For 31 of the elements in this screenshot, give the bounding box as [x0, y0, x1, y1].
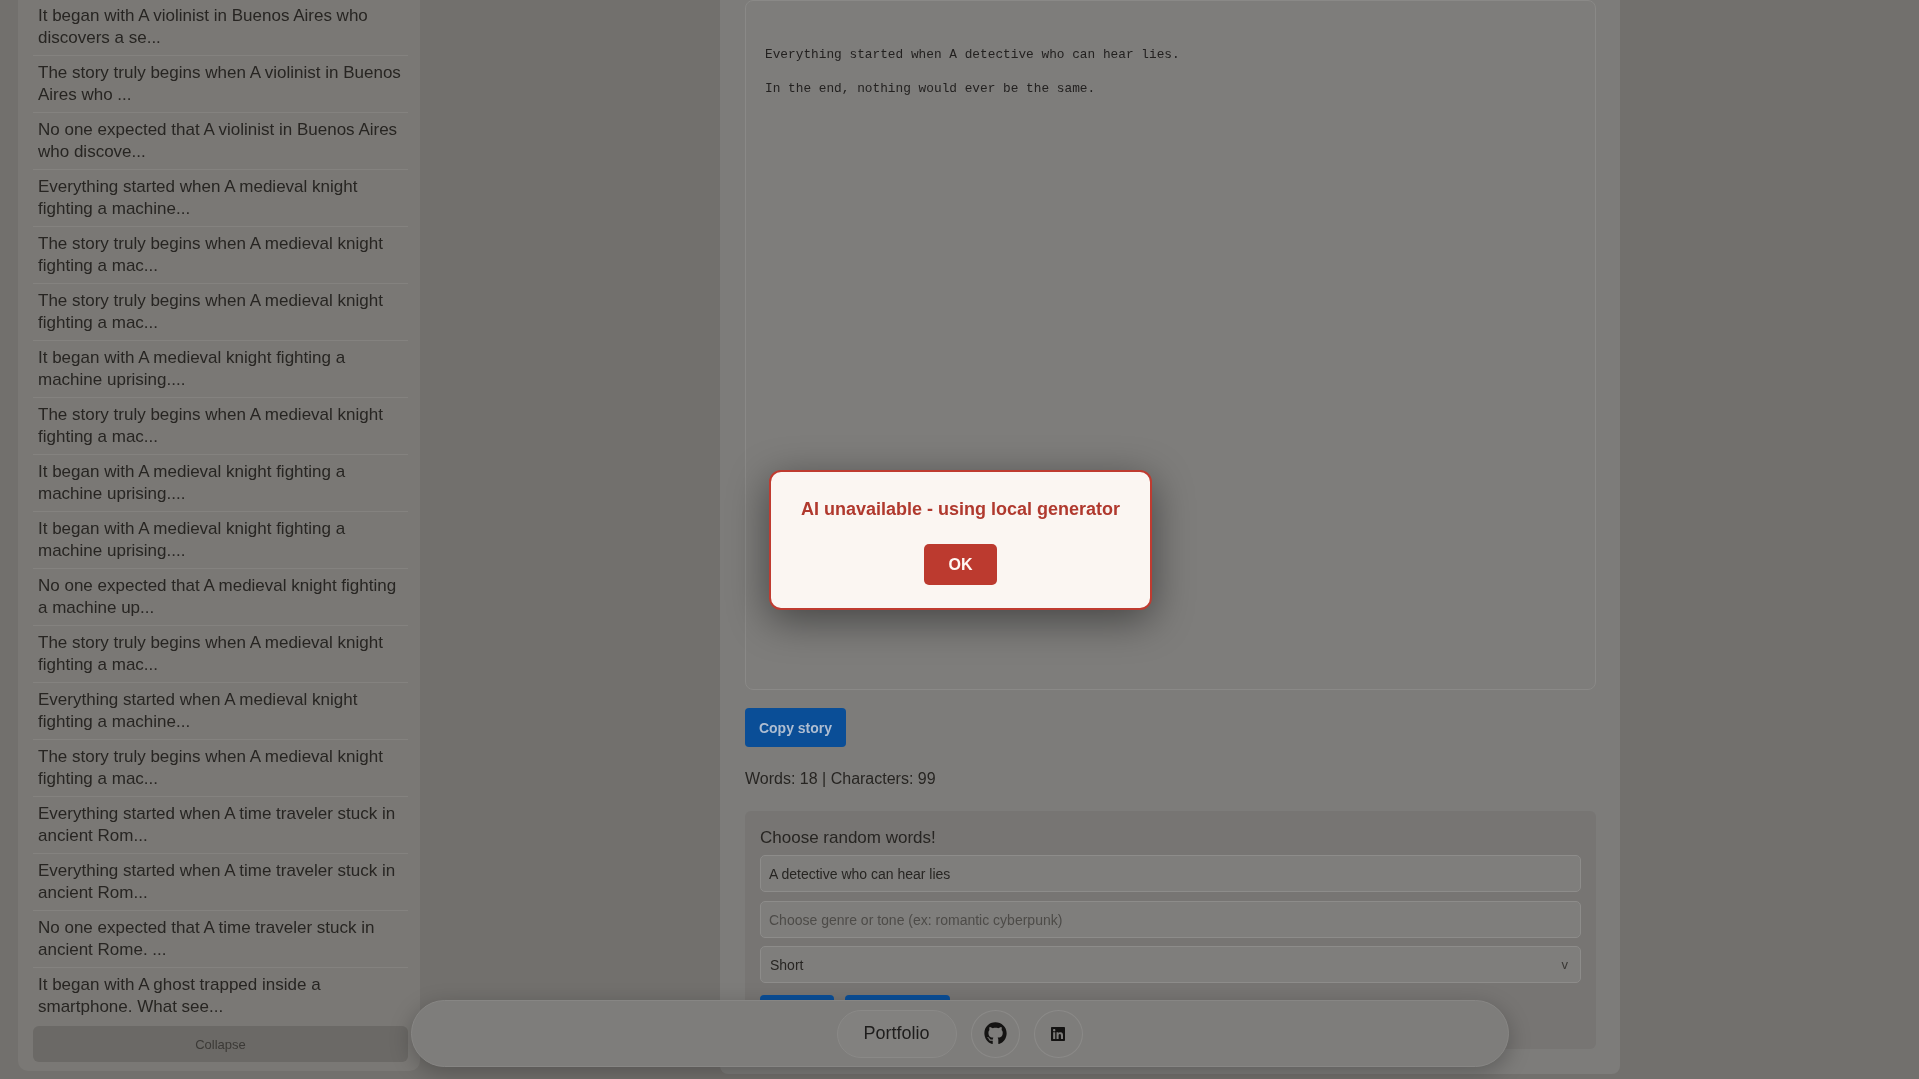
history-item[interactable]: No one expected that A medieval knight fighting a machine up... — [33, 569, 408, 626]
history-item[interactable]: No one expected that A time traveler stuck in ancient Rome. ... — [33, 911, 408, 968]
history-item[interactable]: The story truly begins when A medieval knight fighting a mac... — [33, 398, 408, 455]
history-item[interactable]: The story truly begins when A medieval knight fighting a mac... — [33, 626, 408, 683]
history-item[interactable]: Everything started when A medieval knight fighting a machine... — [33, 683, 408, 740]
history-item[interactable]: The story truly begins when A medieval knight fighting a mac... — [33, 227, 408, 284]
portfolio-link[interactable]: Portfolio — [836, 1009, 957, 1058]
history-item[interactable]: The story truly begins when A medieval knight fighting a mac... — [33, 740, 408, 797]
story-text: In the end, nothing would ever be the same. — [765, 80, 1097, 98]
alert-message: AI unavailable - using local generator — [800, 498, 1121, 520]
github-icon — [983, 1022, 1007, 1045]
history-item[interactable]: No one expected that A violinist in Buenos Aires who discove... — [33, 113, 408, 170]
history-item[interactable]: Everything started when A time traveler stuck in ancient Rom... — [33, 854, 408, 911]
history-item[interactable]: The story truly begins when A violinist in Buenos Aires who ... — [33, 56, 408, 113]
history-item[interactable]: It began with A medieval knight fighting a machine uprising.... — [33, 512, 408, 569]
linkedin-icon — [1050, 1025, 1066, 1042]
history-item[interactable]: It began with A medieval knight fighting a machine uprising.... — [33, 341, 408, 398]
ok-button[interactable]: OK — [924, 544, 997, 585]
history-item[interactable]: It began with A medieval knight fighting a machine uprising.... — [33, 455, 408, 512]
prompt-input[interactable]: A detective who can hear lies — [760, 855, 1581, 892]
history-item[interactable]: The story truly begins when A medieval knight fighting a mac... — [33, 284, 408, 341]
history-item[interactable]: Everything started when A time traveler stuck in ancient Rom... — [33, 797, 408, 854]
copy-story-button[interactable]: Copy story — [745, 708, 846, 747]
history-item[interactable]: Everything started when A medieval knight fighting a machine... — [33, 170, 408, 227]
story-text: Everything started when A detective who can hear lies. — [765, 46, 1181, 64]
panel-title: Choose random words! — [760, 827, 937, 849]
caret-icon: v — [1561, 957, 1568, 972]
word-count: Words: 18 | Characters: 99 — [745, 769, 936, 789]
history-item[interactable]: It began with A ghost trapped inside a smartphone. What see... — [33, 968, 408, 1025]
length-select[interactable]: Short v — [760, 946, 1581, 983]
history-item[interactable]: It began with A violinist in Buenos Aires who discovers a se... — [33, 0, 408, 56]
